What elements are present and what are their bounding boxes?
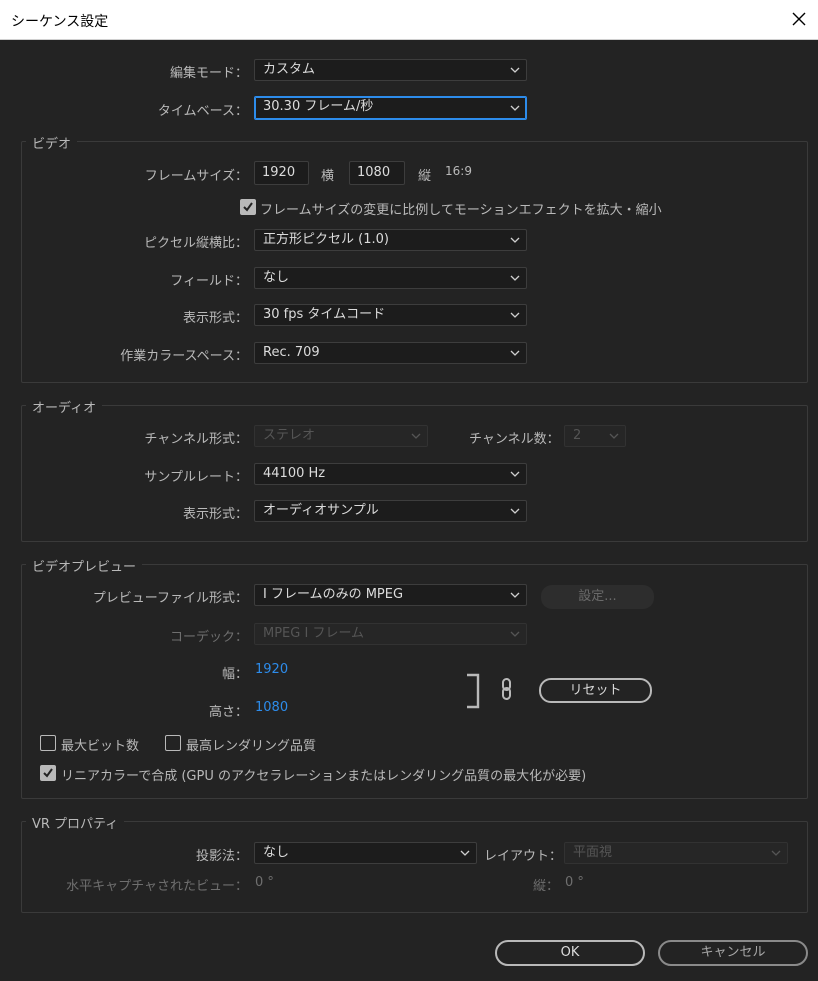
preview-width-label: 幅： bbox=[221, 667, 248, 682]
close-icon[interactable] bbox=[786, 6, 812, 32]
sample-rate-select[interactable]: 44100 Hz bbox=[254, 463, 527, 485]
chevron-down-icon bbox=[510, 592, 520, 598]
projection-label: 投影法： bbox=[195, 849, 248, 864]
linear-color-label: リニアカラーで合成 (GPU のアクセラレーションまたはレンダリング品質の最大化… bbox=[61, 769, 587, 784]
channel-format-value: ステレオ bbox=[263, 428, 316, 443]
preview-settings-button[interactable]: 設定... bbox=[541, 585, 654, 609]
reset-button[interactable]: リセット bbox=[539, 678, 652, 703]
sample-rate-value: 44100 Hz bbox=[263, 466, 326, 481]
timebase-select[interactable]: 30.30 フレーム/秒 bbox=[254, 96, 527, 120]
preview-file-format-label: プレビューファイル形式： bbox=[92, 591, 248, 606]
layout-label: レイアウト： bbox=[484, 849, 563, 864]
ok-button[interactable]: OK bbox=[495, 940, 645, 966]
checkmark-icon bbox=[43, 768, 53, 778]
horizontal-captured-view-label: 水平キャプチャされたビュー： bbox=[66, 879, 248, 894]
projection-select[interactable]: なし bbox=[254, 842, 477, 864]
video-display-format-label: 表示形式： bbox=[182, 311, 248, 326]
codec-value: MPEG I フレーム bbox=[263, 626, 365, 641]
channel-count-value: 2 bbox=[573, 428, 582, 443]
audio-group-title: オーディオ bbox=[26, 397, 103, 416]
preview-file-format-value: I フレームのみの MPEG bbox=[263, 587, 404, 602]
audio-display-format-label: 表示形式： bbox=[182, 507, 248, 522]
audio-display-format-select[interactable]: オーディオサンプル bbox=[254, 500, 527, 522]
color-space-value: Rec. 709 bbox=[263, 345, 320, 360]
dialog-titlebar: シーケンス設定 bbox=[0, 0, 818, 40]
dialog-title: シーケンス設定 bbox=[11, 14, 109, 30]
chevron-down-icon bbox=[510, 237, 520, 243]
codec-label: コーデック： bbox=[169, 630, 248, 645]
checkmark-icon bbox=[243, 202, 253, 212]
fields-label: フィールド： bbox=[170, 274, 248, 289]
chevron-down-icon bbox=[510, 508, 520, 514]
fields-value: なし bbox=[263, 270, 290, 285]
chevron-down-icon bbox=[411, 433, 421, 439]
color-space-label: 作業カラースペース： bbox=[120, 349, 248, 364]
video-group-title: ビデオ bbox=[26, 133, 78, 152]
height-unit-label: 縦 bbox=[418, 169, 432, 184]
chevron-down-icon bbox=[510, 105, 520, 111]
vr-group-title: VR プロパティ bbox=[26, 813, 125, 832]
preview-width-value[interactable]: 1920 bbox=[255, 662, 288, 677]
link-bracket-icon bbox=[467, 673, 480, 709]
chevron-down-icon bbox=[771, 850, 781, 856]
layout-value: 平面視 bbox=[573, 845, 613, 860]
pixel-aspect-label: ピクセル縦横比： bbox=[143, 236, 248, 251]
fields-select[interactable]: なし bbox=[254, 267, 527, 289]
channel-format-select[interactable]: ステレオ bbox=[254, 425, 428, 447]
projection-value: なし bbox=[263, 845, 290, 860]
frame-height-input[interactable]: 1080 bbox=[349, 161, 405, 185]
pixel-aspect-value: 正方形ピクセル (1.0) bbox=[263, 232, 389, 247]
edit-mode-select[interactable]: カスタム bbox=[254, 59, 527, 81]
frame-width-input[interactable]: 1920 bbox=[254, 161, 309, 185]
max-render-quality-label: 最高レンダリング品質 bbox=[186, 739, 317, 754]
channel-count-label: チャンネル数： bbox=[469, 432, 560, 447]
chevron-down-icon bbox=[510, 275, 520, 281]
edit-mode-value: カスタム bbox=[263, 62, 316, 77]
codec-select[interactable]: MPEG I フレーム bbox=[254, 623, 527, 645]
chevron-down-icon bbox=[510, 67, 520, 73]
layout-select[interactable]: 平面視 bbox=[564, 842, 788, 864]
chevron-down-icon bbox=[460, 850, 470, 856]
video-display-format-select[interactable]: 30 fps タイムコード bbox=[254, 304, 527, 326]
frame-size-label: フレームサイズ： bbox=[144, 169, 248, 184]
aspect-ratio: 16:9 bbox=[445, 164, 472, 178]
color-space-select[interactable]: Rec. 709 bbox=[254, 342, 527, 364]
video-display-format-value: 30 fps タイムコード bbox=[263, 307, 386, 322]
preview-height-value[interactable]: 1080 bbox=[255, 700, 288, 715]
sample-rate-label: サンプルレート： bbox=[144, 470, 248, 485]
horizontal-captured-view-value: 0 ° bbox=[255, 875, 274, 890]
chevron-down-icon bbox=[609, 433, 619, 439]
width-unit-label: 横 bbox=[321, 169, 335, 184]
chevron-down-icon bbox=[510, 350, 520, 356]
vr-group bbox=[21, 821, 808, 913]
chevron-down-icon bbox=[510, 471, 520, 477]
video-preview-group-title: ビデオプレビュー bbox=[26, 556, 143, 575]
audio-display-format-value: オーディオサンプル bbox=[263, 503, 379, 518]
preview-file-format-select[interactable]: I フレームのみの MPEG bbox=[254, 584, 527, 606]
linear-color-checkbox[interactable] bbox=[40, 765, 56, 781]
edit-mode-label: 編集モード： bbox=[169, 66, 248, 81]
max-render-quality-checkbox[interactable] bbox=[165, 735, 181, 751]
max-bit-depth-label: 最大ビット数 bbox=[61, 739, 140, 754]
link-chain-icon[interactable] bbox=[499, 677, 515, 701]
scale-motion-label: フレームサイズの変更に比例してモーションエフェクトを拡大・縮小 bbox=[260, 203, 662, 218]
max-bit-depth-checkbox[interactable] bbox=[40, 735, 56, 751]
chevron-down-icon bbox=[510, 312, 520, 318]
pixel-aspect-select[interactable]: 正方形ピクセル (1.0) bbox=[254, 229, 527, 251]
channel-format-label: チャンネル形式： bbox=[144, 432, 248, 447]
timebase-label: タイムベース： bbox=[157, 104, 248, 119]
vertical-label: 縦： bbox=[533, 879, 560, 894]
scale-motion-checkbox[interactable] bbox=[240, 199, 256, 215]
vertical-value: 0 ° bbox=[565, 875, 584, 890]
cancel-button[interactable]: キャンセル bbox=[658, 940, 808, 966]
preview-height-label: 高さ： bbox=[208, 705, 248, 720]
timebase-value: 30.30 フレーム/秒 bbox=[263, 99, 374, 114]
channel-count-select[interactable]: 2 bbox=[564, 425, 626, 447]
chevron-down-icon bbox=[510, 631, 520, 637]
